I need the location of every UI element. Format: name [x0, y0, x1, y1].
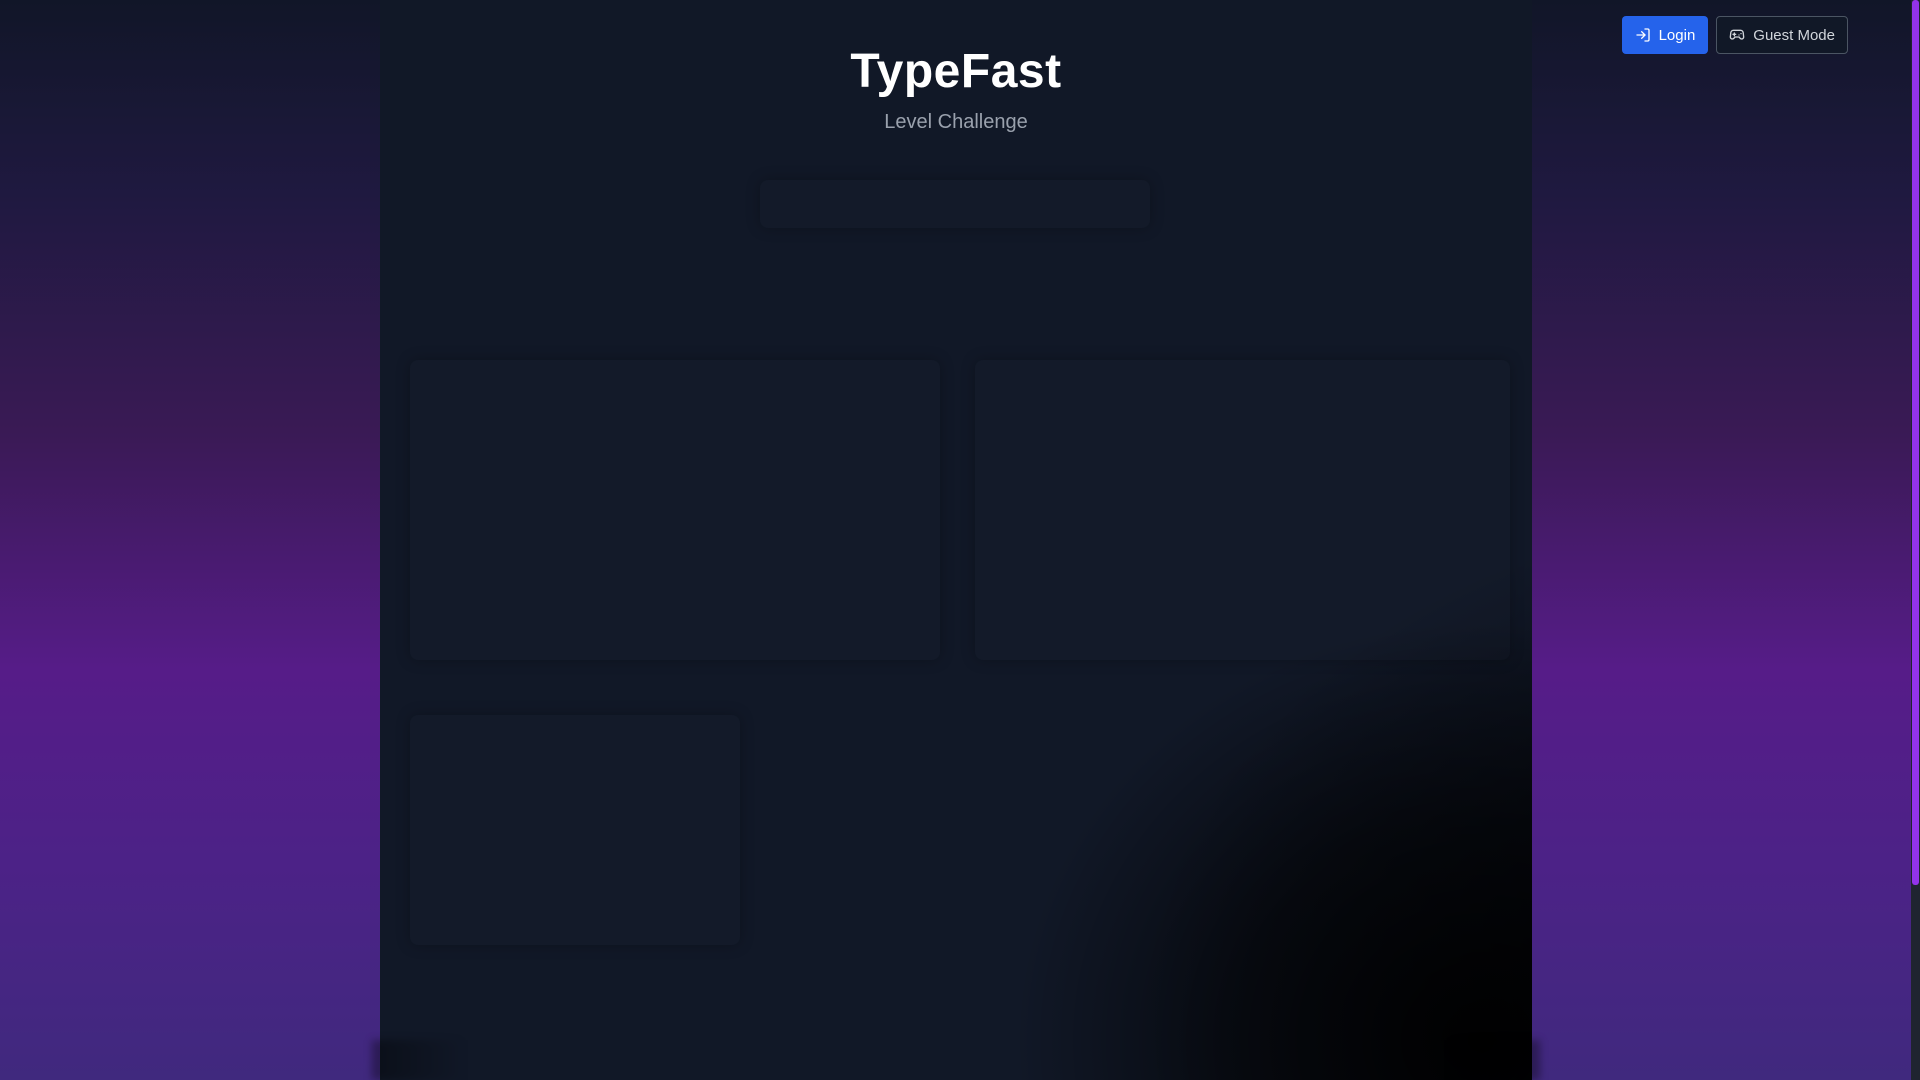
gamepad-icon — [1729, 27, 1745, 43]
panel-bottom-shadow — [372, 1040, 1540, 1080]
app-subtitle: Level Challenge — [884, 111, 1028, 133]
top-actions: Login Guest Mode — [1621, 16, 1848, 54]
skeleton-card-right — [975, 360, 1510, 660]
vertical-scrollbar[interactable] — [1911, 0, 1920, 1080]
skeleton-card-bottom — [410, 715, 740, 945]
scrollbar-thumb[interactable] — [1912, 0, 1919, 885]
guest-mode-button-label: Guest Mode — [1753, 26, 1835, 44]
login-arrow-icon — [1635, 27, 1651, 43]
login-button-label: Login — [1658, 26, 1696, 44]
app-header: TypeFast Level Challenge — [380, 40, 1532, 136]
skeleton-card-left — [410, 360, 940, 660]
guest-mode-button[interactable]: Guest Mode — [1716, 16, 1848, 54]
skeleton-level-selector — [760, 180, 1150, 228]
app-title: TypeFast — [850, 45, 1062, 98]
login-button[interactable]: Login — [1621, 16, 1709, 54]
